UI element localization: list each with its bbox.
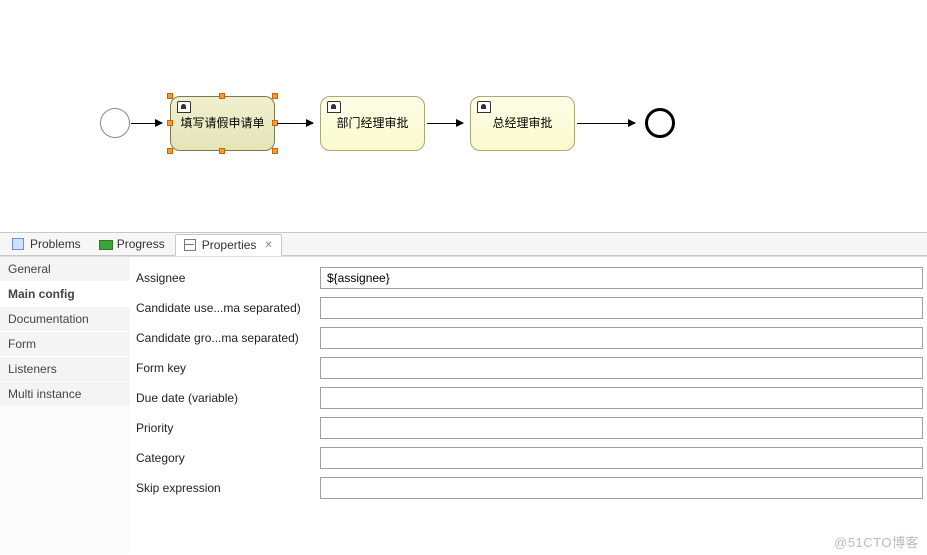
label-assignee: Assignee bbox=[134, 271, 314, 285]
sequence-flow[interactable] bbox=[577, 123, 635, 124]
selection-handle[interactable] bbox=[167, 148, 173, 154]
watermark: @51CTO博客 bbox=[834, 532, 919, 551]
selection-handle[interactable] bbox=[272, 148, 278, 154]
user-task-fill-leave-form[interactable]: 填写请假申请单 bbox=[170, 96, 275, 151]
task-label: 填写请假申请单 bbox=[176, 116, 268, 130]
tab-progress[interactable]: Progress bbox=[91, 234, 173, 254]
selection-handle[interactable] bbox=[219, 93, 225, 99]
tab-label: Problems bbox=[30, 237, 81, 251]
sequence-flow[interactable] bbox=[277, 123, 313, 124]
due-date-field[interactable] bbox=[320, 387, 923, 409]
user-task-general-manager-approve[interactable]: 总经理审批 bbox=[470, 96, 575, 151]
label-candidate-users: Candidate use...ma separated) bbox=[134, 301, 314, 315]
candidate-groups-field[interactable] bbox=[320, 327, 923, 349]
selection-handle[interactable] bbox=[167, 120, 173, 126]
tab-label: Progress bbox=[117, 237, 165, 251]
label-priority: Priority bbox=[134, 421, 314, 435]
label-category: Category bbox=[134, 451, 314, 465]
side-tab-listeners[interactable]: Listeners bbox=[0, 357, 130, 382]
skip-expression-field[interactable] bbox=[320, 477, 923, 499]
label-candidate-groups: Candidate gro...ma separated) bbox=[134, 331, 314, 345]
sequence-flow[interactable] bbox=[131, 123, 162, 124]
tab-problems[interactable]: Problems bbox=[4, 234, 89, 254]
task-label: 总经理审批 bbox=[488, 116, 556, 130]
close-icon[interactable]: ✕ bbox=[264, 240, 272, 251]
priority-field[interactable] bbox=[320, 417, 923, 439]
user-task-dept-manager-approve[interactable]: 部门经理审批 bbox=[320, 96, 425, 151]
problems-icon bbox=[12, 238, 26, 250]
label-skip-expression: Skip expression bbox=[134, 481, 314, 495]
user-icon bbox=[477, 101, 491, 113]
selection-handle[interactable] bbox=[219, 148, 225, 154]
view-tab-strip: Problems Progress Properties ✕ bbox=[0, 232, 927, 256]
assignee-field[interactable] bbox=[320, 267, 923, 289]
selection-handle[interactable] bbox=[272, 93, 278, 99]
side-tab-main-config[interactable]: Main config bbox=[0, 282, 130, 307]
category-field[interactable] bbox=[320, 447, 923, 469]
end-event[interactable] bbox=[645, 108, 675, 138]
side-tab-general[interactable]: General bbox=[0, 257, 130, 282]
tab-label: Properties bbox=[202, 238, 257, 252]
start-event[interactable] bbox=[100, 108, 130, 138]
side-tab-documentation[interactable]: Documentation bbox=[0, 307, 130, 332]
task-label: 部门经理审批 bbox=[332, 116, 412, 130]
label-form-key: Form key bbox=[134, 361, 314, 375]
properties-category-list: General Main config Documentation Form L… bbox=[0, 257, 130, 554]
sequence-flow[interactable] bbox=[427, 123, 463, 124]
form-key-field[interactable] bbox=[320, 357, 923, 379]
progress-icon bbox=[99, 238, 113, 250]
properties-form: Assignee Candidate use...ma separated) C… bbox=[130, 257, 927, 554]
properties-panel: General Main config Documentation Form L… bbox=[0, 256, 927, 554]
user-icon bbox=[177, 101, 191, 113]
side-tab-multi-instance[interactable]: Multi instance bbox=[0, 382, 130, 407]
label-due-date: Due date (variable) bbox=[134, 391, 314, 405]
selection-handle[interactable] bbox=[167, 93, 173, 99]
bpmn-canvas[interactable]: 填写请假申请单 部门经理审批 总经理审批 bbox=[0, 0, 927, 232]
candidate-users-field[interactable] bbox=[320, 297, 923, 319]
properties-icon bbox=[184, 239, 198, 251]
side-tab-form[interactable]: Form bbox=[0, 332, 130, 357]
user-icon bbox=[327, 101, 341, 113]
tab-properties[interactable]: Properties ✕ bbox=[175, 234, 282, 256]
